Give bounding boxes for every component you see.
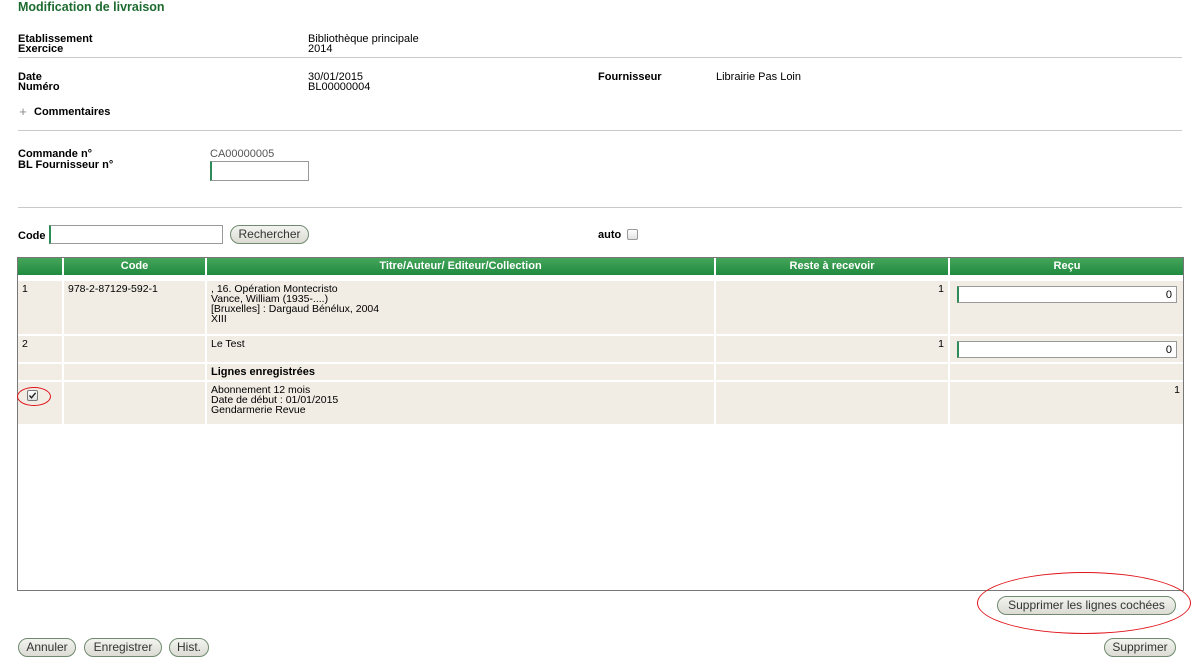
row-reste [716,382,950,424]
section-row: Lignes enregistrées [18,364,1183,382]
fournisseur-label: Fournisseur [598,71,662,83]
row-recu-cell [950,281,1183,334]
divider [18,207,1182,208]
highlight-ellipse [17,387,51,406]
fournisseur-value: Librairie Pas Loin [716,71,801,83]
table-header: Code Titre/Auteur/ Editeur/Collection Re… [18,258,1183,275]
section-cell [950,364,1183,380]
row-reste: 1 [716,281,950,334]
page-title: Modification de livraison [18,0,165,14]
cancel-button[interactable]: Annuler [18,638,76,657]
section-cell [64,364,207,380]
code-label: Code [18,230,46,242]
row-code [64,336,207,362]
table-row: 1 978-2-87129-592-1 , 16. Opération Mont… [18,281,1183,336]
row-code: 978-2-87129-592-1 [64,281,207,334]
code-input[interactable] [49,225,223,244]
title-line: Gendarmerie Revue [211,404,306,416]
section-cell [716,364,950,380]
commande-value: CA00000005 [210,148,275,160]
numero-value: BL00000004 [308,81,371,93]
row-code [64,382,207,424]
lines-table: Code Titre/Auteur/ Editeur/Collection Re… [17,257,1184,591]
history-button[interactable]: Hist. [169,638,209,657]
auto-label: auto [598,229,622,241]
header-recu: Reçu [1053,260,1081,272]
divider [18,57,1182,58]
row-recu-cell [950,336,1183,362]
header-index [18,258,64,275]
plus-icon: + [19,104,27,119]
title-line: Le Test [211,338,245,350]
section-cell [18,364,64,380]
header-code: Code [64,258,207,275]
table-row-saved: Abonnement 12 mois Date de début : 01/01… [18,382,1183,426]
recu-input[interactable] [957,341,1177,358]
bl-fournisseur-label: BL Fournisseur n° [18,159,114,171]
row-index: 1 [18,281,64,334]
commentaires-toggle[interactable]: + Commentaires [18,104,110,119]
highlight-ellipse [977,572,1191,634]
table-row: 2 Le Test 1 [18,336,1183,364]
delete-button[interactable]: Supprimer [1104,638,1176,657]
row-title: Abonnement 12 mois Date de début : 01/01… [207,382,716,424]
auto-checkbox[interactable] [627,229,638,240]
section-label: Lignes enregistrées [207,364,716,380]
save-button[interactable]: Enregistrer [84,638,162,657]
header-reste: Reste à recevoir [716,258,950,275]
numero-label: Numéro [18,81,60,93]
exercice-value: 2014 [308,43,333,55]
exercice-label: Exercice [18,43,64,55]
row-title: , 16. Opération Montecristo Vance, Willi… [207,281,716,334]
title-line: XIII [211,313,227,325]
commentaires-label: Commentaires [34,105,111,118]
recu-input[interactable] [957,286,1177,303]
title-line: [Bruxelles] : Dargaud Bénélux, 2004 [211,303,380,315]
header-title: Titre/Auteur/ Editeur/Collection [207,258,716,275]
bl-fournisseur-input[interactable] [210,161,309,181]
divider [18,130,1182,131]
row-index: 2 [18,336,64,362]
row-reste: 1 [716,336,950,362]
row-recu: 1 [1174,384,1180,396]
row-title: Le Test [207,336,716,362]
rechercher-button[interactable]: Rechercher [230,225,309,244]
